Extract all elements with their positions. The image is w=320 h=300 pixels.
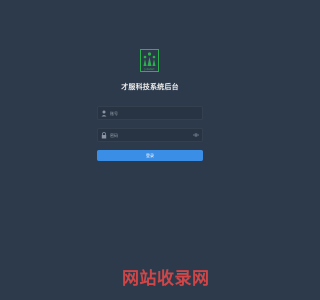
watermark-text: 网站收录网	[122, 269, 210, 289]
eye-icon[interactable]	[193, 133, 199, 137]
password-field[interactable]	[97, 128, 203, 142]
logo-text: Jobstart	[143, 67, 154, 71]
lock-icon	[101, 132, 107, 139]
page-title: 才服科技系统后台	[121, 83, 179, 91]
user-icon	[101, 110, 107, 117]
username-input[interactable]	[110, 107, 190, 119]
brand-logo: Jobstart	[140, 49, 159, 72]
password-input[interactable]	[110, 129, 190, 141]
login-button[interactable]: 登录	[97, 150, 203, 161]
username-field[interactable]	[97, 106, 203, 120]
